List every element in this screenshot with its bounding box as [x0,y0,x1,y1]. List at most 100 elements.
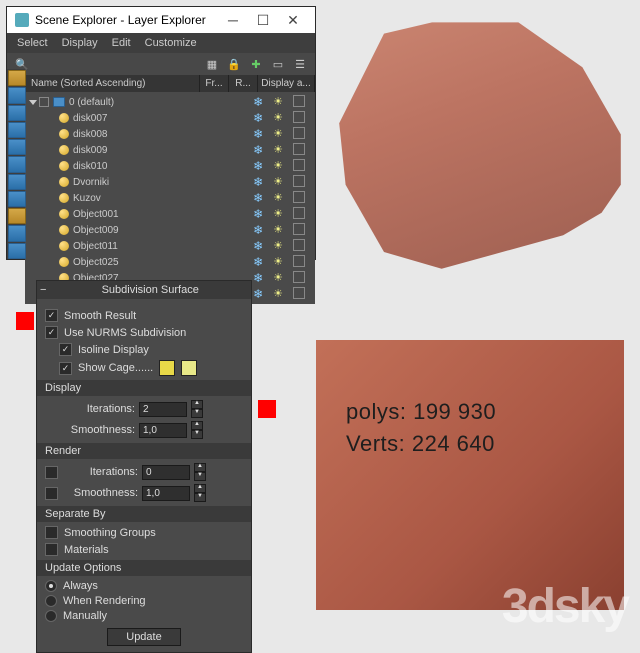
freeze-icon[interactable]: ❄ [253,127,263,141]
display-icon[interactable] [293,271,305,283]
menu-display[interactable]: Display [62,37,98,49]
manually-radio[interactable]: Manually [45,610,243,622]
view-icon[interactable]: ▦ [203,56,221,72]
spin-up-icon[interactable]: ▲ [191,400,203,409]
lb-10[interactable] [8,225,26,241]
isoline-checkbox[interactable]: Isoline Display [59,343,243,356]
lb-6[interactable] [8,156,26,172]
layer-icon[interactable]: ▭ [269,56,287,72]
smoothing-groups-checkbox[interactable]: Smoothing Groups [45,526,243,539]
bulb-icon[interactable]: ☀ [273,159,283,173]
when-rendering-radio[interactable]: When Rendering [45,595,243,607]
menu-select[interactable]: Select [17,37,48,49]
lb-3[interactable] [8,105,26,121]
freeze-icon[interactable]: ❄ [253,95,263,109]
display-icon[interactable] [293,287,305,299]
bulb-icon[interactable]: ☀ [273,223,283,237]
bulb-icon[interactable]: ☀ [273,239,283,253]
display-icon[interactable] [293,95,305,107]
col-render[interactable]: R... [229,75,258,92]
lb-9[interactable] [8,208,26,224]
layer-root[interactable]: 0 (default) ❄☀ [25,94,315,110]
freeze-icon[interactable]: ❄ [253,175,263,189]
tree-item[interactable]: Object001❄☀ [25,206,315,222]
collapse-icon[interactable]: − [40,284,46,296]
display-icon[interactable] [293,207,305,219]
lb-7[interactable] [8,174,26,190]
menu-edit[interactable]: Edit [112,37,131,49]
display-icon[interactable] [293,255,305,267]
checkbox-icon[interactable] [39,97,49,107]
tree-item[interactable]: disk008❄☀ [25,126,315,142]
always-radio[interactable]: Always [45,580,243,592]
bulb-icon[interactable]: ☀ [273,175,283,189]
smoothness-spinner[interactable]: Smoothness:1,0▲▼ [61,421,243,439]
col-frozen[interactable]: Fr... [200,75,229,92]
display-icon[interactable] [293,191,305,203]
tree-item[interactable]: disk009❄☀ [25,142,315,158]
update-button[interactable]: Update [107,628,180,646]
render-iter-spinner[interactable]: Iterations:0▲▼ [61,463,243,481]
materials-checkbox[interactable]: Materials [45,543,243,556]
tree-item[interactable]: disk007❄☀ [25,110,315,126]
col-name[interactable]: Name (Sorted Ascending) [7,75,200,92]
freeze-icon[interactable]: ❄ [253,111,263,125]
display-icon[interactable] [293,127,305,139]
tree-item[interactable]: Dvorniki❄☀ [25,174,315,190]
bulb-icon[interactable]: ☀ [273,207,283,221]
freeze-icon[interactable]: ❄ [253,207,263,221]
titlebar[interactable]: Scene Explorer - Layer Explorer ─ ☐ ✕ [7,7,315,33]
tree-item[interactable]: Kuzov❄☀ [25,190,315,206]
display-icon[interactable] [293,159,305,171]
display-icon[interactable] [293,143,305,155]
lb-2[interactable] [8,87,26,103]
freeze-icon[interactable]: ❄ [253,143,263,157]
layer-tree[interactable]: 0 (default) ❄☀ disk007❄☀disk008❄☀disk009… [25,92,315,304]
iterations-spinner[interactable]: Iterations:2▲▼ [61,400,243,418]
display-icon[interactable] [293,223,305,235]
minimize-button[interactable]: ─ [219,11,247,29]
freeze-icon[interactable]: ❄ [253,191,263,205]
freeze-icon[interactable]: ❄ [253,287,263,301]
freeze-icon[interactable]: ❄ [253,239,263,253]
bulb-icon[interactable]: ☀ [273,127,283,141]
tree-item[interactable]: Object025❄☀ [25,254,315,270]
bulb-icon[interactable]: ☀ [273,271,283,285]
freeze-icon[interactable]: ❄ [253,159,263,173]
lb-4[interactable] [8,122,26,138]
lb-8[interactable] [8,191,26,207]
smooth-result-checkbox[interactable]: Smooth Result [45,309,243,322]
lb-1[interactable] [8,70,26,86]
show-cage-checkbox[interactable]: Show Cage...... [59,360,243,376]
render-smooth-spinner[interactable]: Smoothness:1,0▲▼ [61,484,243,502]
tree-item[interactable]: Object009❄☀ [25,222,315,238]
cage-color-1[interactable] [159,360,175,376]
bulb-icon[interactable]: ☀ [273,191,283,205]
display-icon[interactable] [293,111,305,123]
bulb-icon[interactable]: ☀ [273,95,283,109]
freeze-icon[interactable]: ❄ [253,255,263,269]
close-button[interactable]: ✕ [279,11,307,29]
menu-customize[interactable]: Customize [145,37,197,49]
freeze-icon[interactable]: ❄ [253,223,263,237]
lock-icon[interactable]: 🔒 [225,56,243,72]
nurms-checkbox[interactable]: Use NURMS Subdivision [45,326,243,339]
filter-icon[interactable]: ☰ [291,56,309,72]
panel-header[interactable]: − Subdivision Surface [37,281,251,299]
lb-11[interactable] [8,243,26,259]
expand-icon[interactable] [29,100,37,105]
display-icon[interactable] [293,239,305,251]
tree-item[interactable]: Object011❄☀ [25,238,315,254]
col-display[interactable]: Display a... [258,75,315,92]
freeze-icon[interactable]: ❄ [253,271,263,285]
lb-5[interactable] [8,139,26,155]
maximize-button[interactable]: ☐ [249,11,277,29]
bulb-icon[interactable]: ☀ [273,111,283,125]
column-headers[interactable]: Name (Sorted Ascending) Fr... R... Displ… [7,75,315,92]
bulb-icon[interactable]: ☀ [273,287,283,301]
add-icon[interactable]: ✚ [247,56,265,72]
cage-color-2[interactable] [181,360,197,376]
bulb-icon[interactable]: ☀ [273,255,283,269]
tree-item[interactable]: disk010❄☀ [25,158,315,174]
display-icon[interactable] [293,175,305,187]
